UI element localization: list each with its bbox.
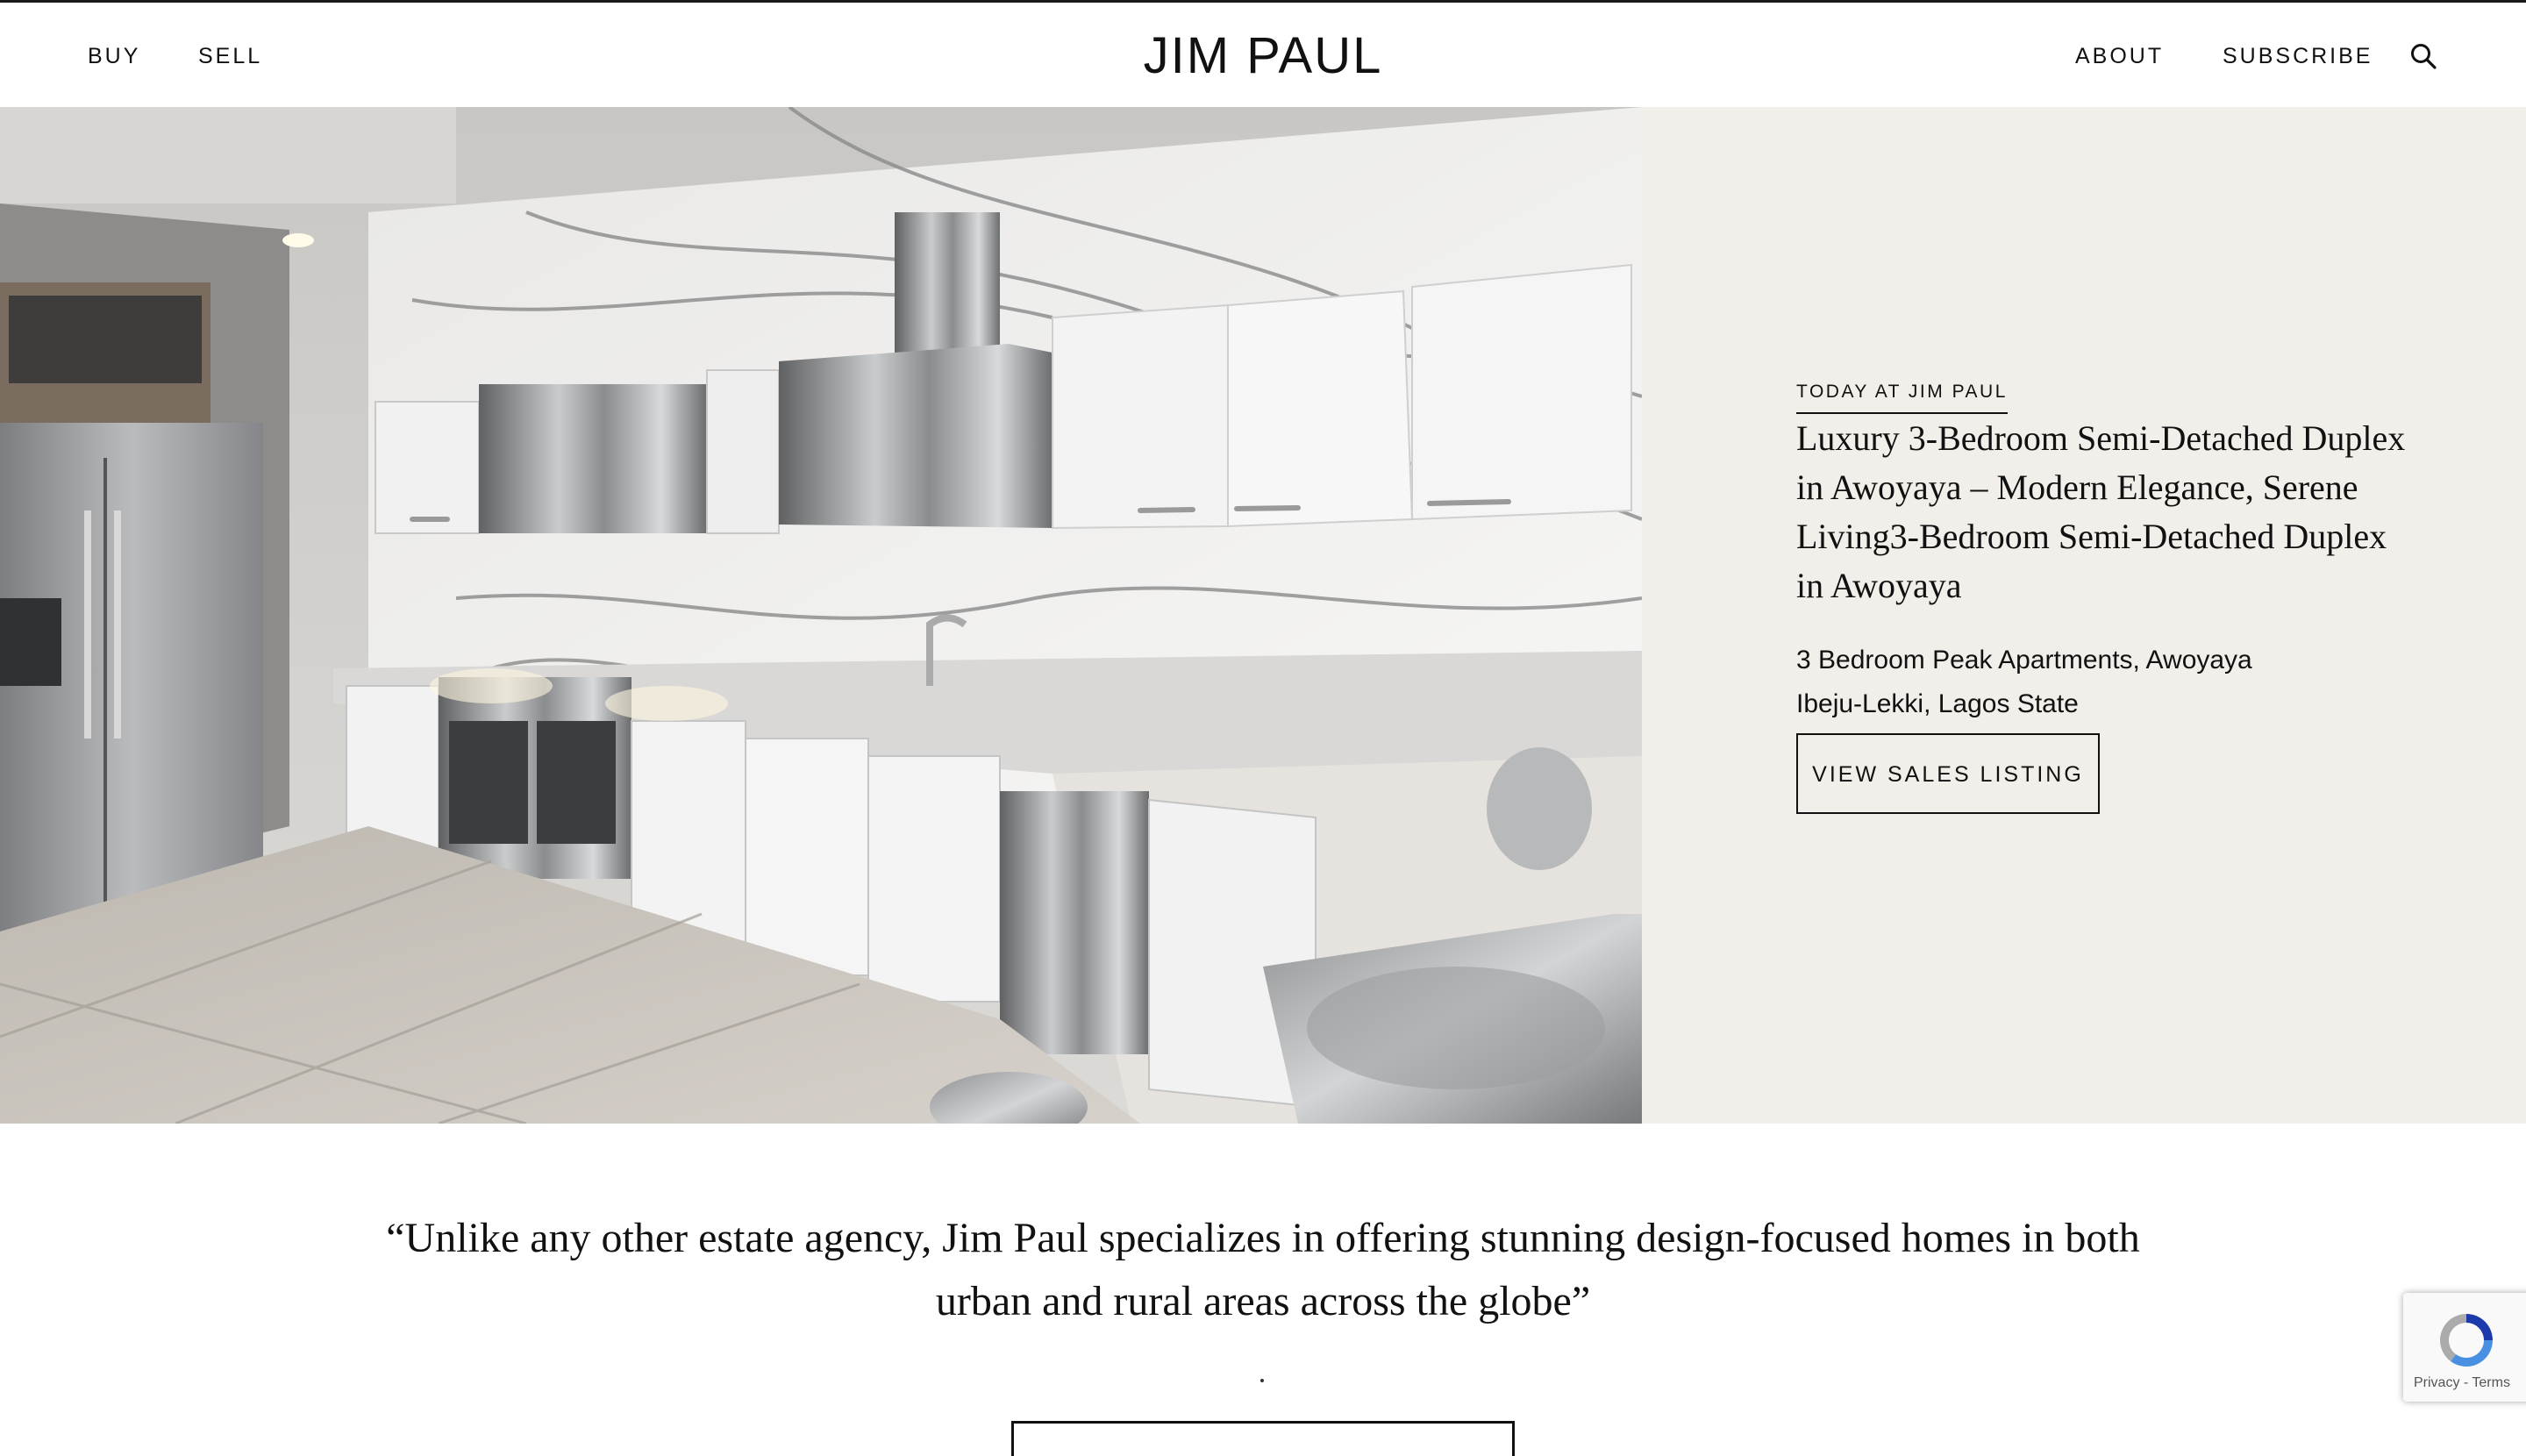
nav-subscribe-link[interactable]: SUBSCRIBE (2223, 43, 2373, 69)
recaptcha-icon (2440, 1314, 2493, 1367)
eyebrow-label: TODAY AT JIM PAUL (1796, 381, 2008, 414)
recaptcha-badge[interactable]: Privacy - Terms (2403, 1293, 2526, 1402)
address-line-2: Ibeju-Lekki, Lagos State (1796, 689, 2079, 718)
nav-about-link[interactable]: ABOUT (2075, 43, 2164, 69)
agency-quote: “Unlike any other estate agency, Jim Pau… (386, 1215, 2140, 1324)
recaptcha-links[interactable]: Privacy - Terms (2414, 1375, 2510, 1391)
featured-listing-panel: TODAY AT JIM PAUL Luxury 3-Bedroom Semi-… (1642, 107, 2526, 1124)
view-sales-listing-button[interactable]: VIEW SALES LISTING (1796, 733, 2100, 814)
site-header: BUY SELL JIM PAUL ABOUT SUBSCRIBE (0, 3, 2526, 107)
listing-address: 3 Bedroom Peak Apartments, Awoyaya Ibeju… (1796, 639, 2323, 726)
address-line-1: 3 Bedroom Peak Apartments, Awoyaya (1796, 646, 2252, 674)
carousel-dot (1260, 1379, 1264, 1382)
partial-button-outline[interactable] (1011, 1421, 1515, 1456)
search-icon[interactable] (2408, 41, 2438, 71)
listing-headline[interactable]: Luxury 3-Bedroom Semi-Detached Duplex in… (1796, 414, 2410, 610)
kitchen-photo (0, 107, 1642, 1124)
